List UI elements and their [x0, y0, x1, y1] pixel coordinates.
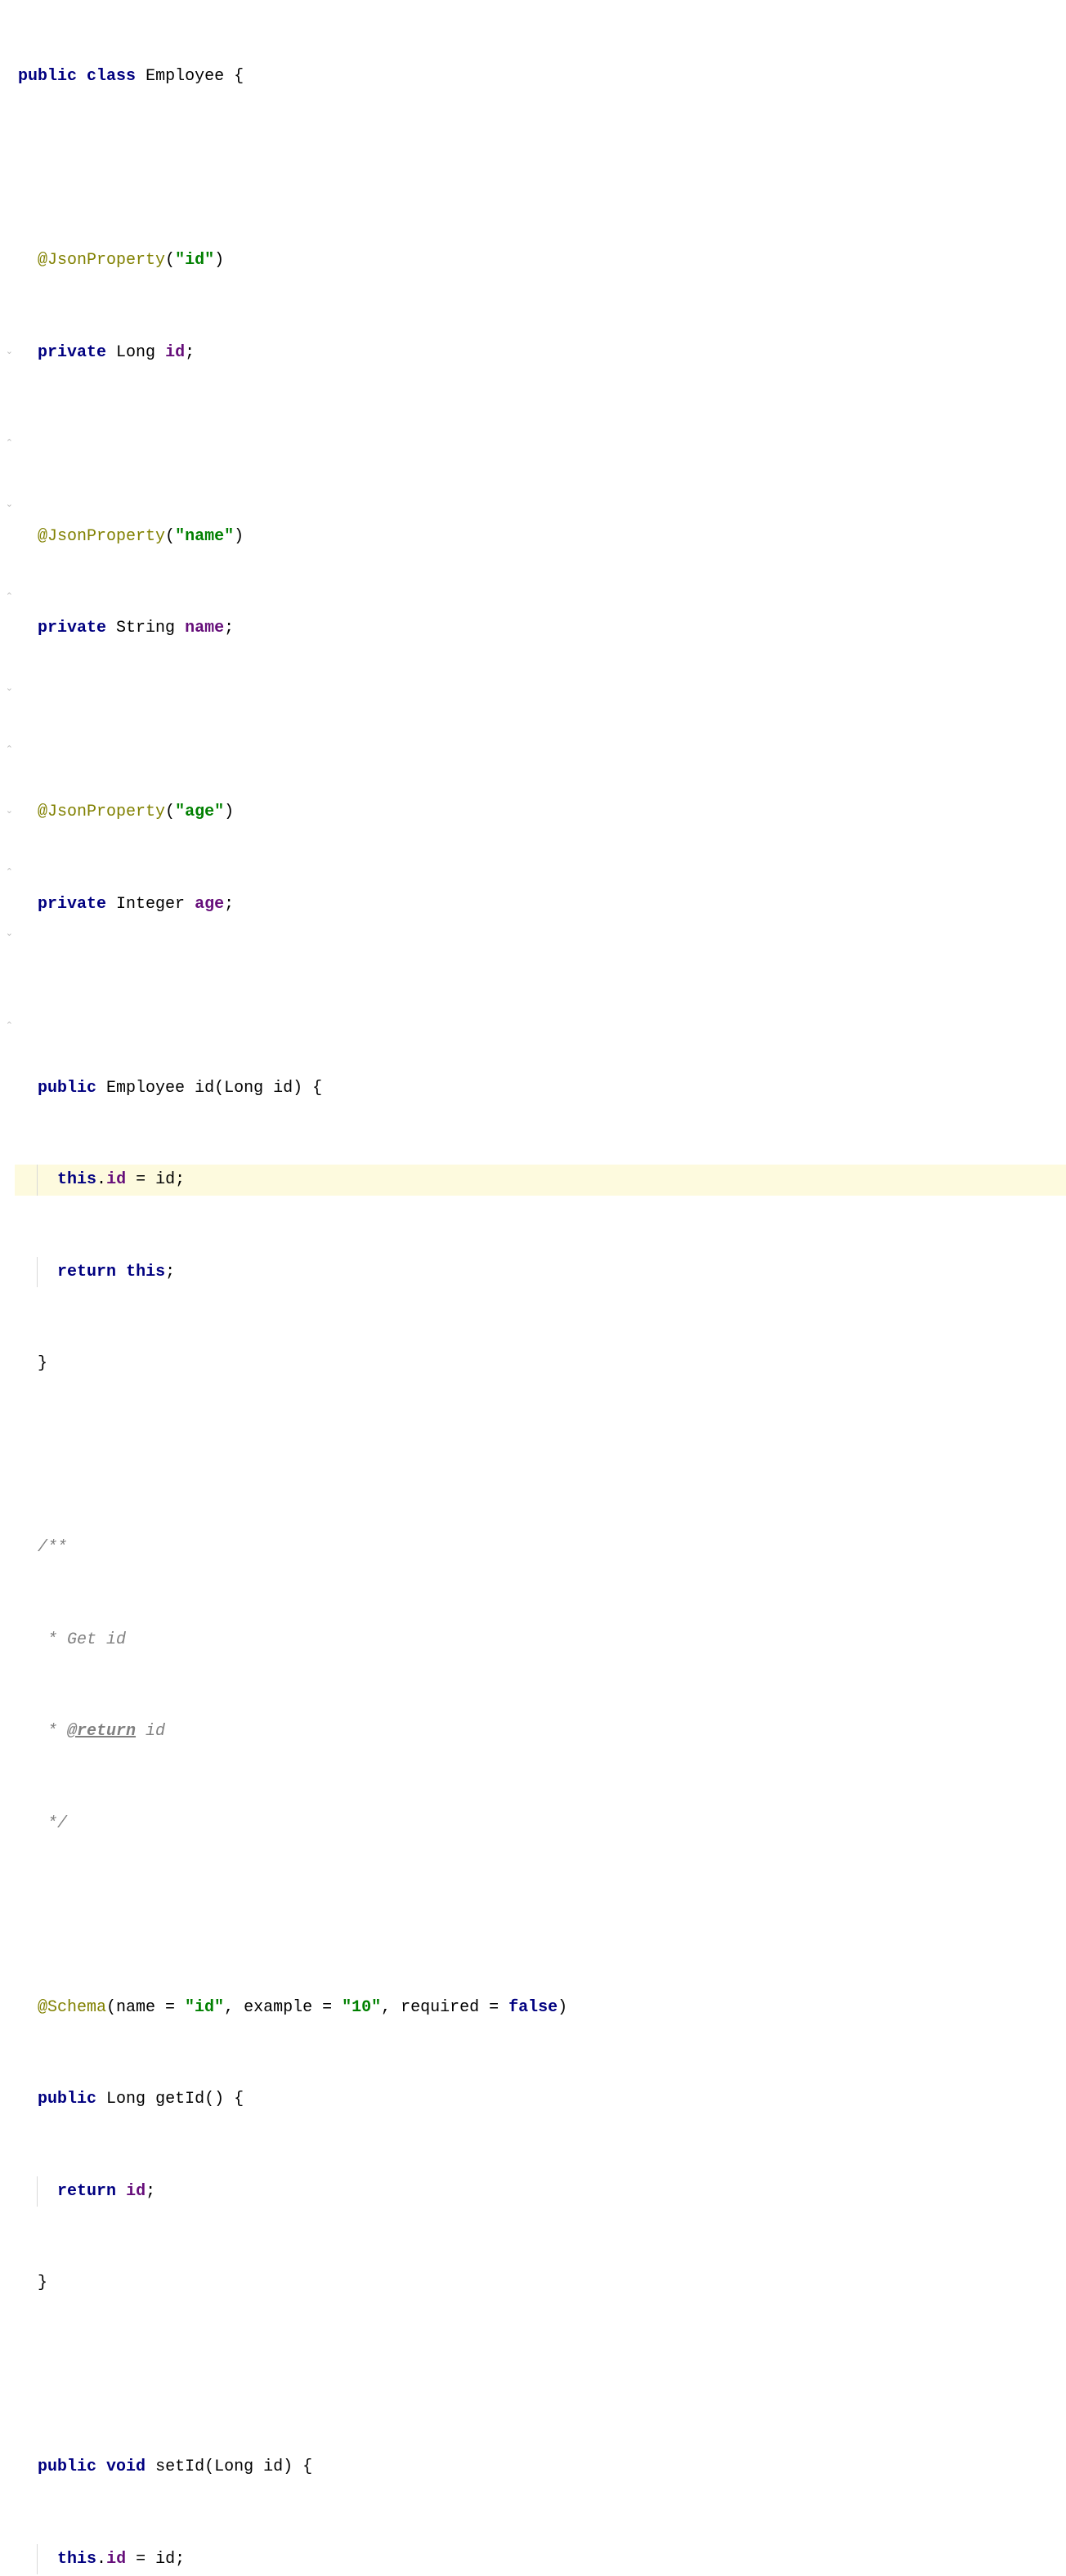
code-line[interactable]: @JsonProperty("name"): [15, 521, 1066, 552]
code-line[interactable]: public void setId(Long id) {: [15, 2452, 1066, 2483]
code-line[interactable]: [15, 1441, 1066, 1472]
fold-end-icon[interactable]: ⌃: [0, 1012, 13, 1043]
code-line[interactable]: this.id = id;: [15, 2544, 1066, 2575]
code-line[interactable]: private Integer age;: [15, 889, 1066, 920]
code-line[interactable]: return this;: [15, 1257, 1066, 1288]
code-line[interactable]: }: [15, 1348, 1066, 1380]
gutter: ⌄ ⌃ ⌄ ⌃ ⌄ ⌃ ⌄ ⌃ ⌄ ⌃: [0, 0, 15, 1288]
code-line[interactable]: return id;: [15, 2176, 1066, 2207]
code-line[interactable]: private Long id;: [15, 338, 1066, 369]
fold-icon[interactable]: ⌄: [0, 338, 13, 369]
fold-end-icon[interactable]: ⌃: [0, 429, 13, 460]
fold-icon[interactable]: ⌄: [0, 797, 13, 828]
code-line[interactable]: [15, 429, 1066, 460]
code-line[interactable]: */: [15, 1809, 1066, 1840]
fold-icon[interactable]: ⌄: [0, 674, 13, 705]
fold-end-icon[interactable]: ⌃: [0, 858, 13, 889]
code-line[interactable]: [15, 705, 1066, 736]
code-line[interactable]: [15, 2360, 1066, 2391]
code-line[interactable]: [15, 981, 1066, 1012]
code-line[interactable]: * @return id: [15, 1716, 1066, 1747]
code-line[interactable]: public Employee id(Long id) {: [15, 1073, 1066, 1104]
code-line[interactable]: private String name;: [15, 613, 1066, 644]
fold-icon[interactable]: ⌄: [0, 490, 13, 521]
code-area[interactable]: public class Employee { @JsonProperty("i…: [15, 0, 1066, 1288]
code-line[interactable]: public class Employee {: [15, 61, 1066, 92]
fold-icon[interactable]: ⌄: [0, 919, 13, 950]
code-line[interactable]: [15, 154, 1066, 185]
code-line[interactable]: /**: [15, 1532, 1066, 1563]
code-line[interactable]: public Long getId() {: [15, 2084, 1066, 2115]
code-line[interactable]: @JsonProperty("age"): [15, 797, 1066, 828]
code-line[interactable]: @JsonProperty("id"): [15, 245, 1066, 276]
code-line[interactable]: * Get id: [15, 1625, 1066, 1656]
fold-end-icon[interactable]: ⌃: [0, 583, 13, 614]
code-editor[interactable]: ⌄ ⌃ ⌄ ⌃ ⌄ ⌃ ⌄ ⌃ ⌄ ⌃ public class Employe…: [0, 0, 1066, 1288]
code-line[interactable]: [15, 1900, 1066, 1931]
fold-end-icon[interactable]: ⌃: [0, 736, 13, 767]
code-line-highlighted[interactable]: this.id = id;: [15, 1165, 1066, 1196]
code-line[interactable]: }: [15, 2268, 1066, 2299]
code-line[interactable]: @Schema(name = "id", example = "10", req…: [15, 1992, 1066, 2024]
